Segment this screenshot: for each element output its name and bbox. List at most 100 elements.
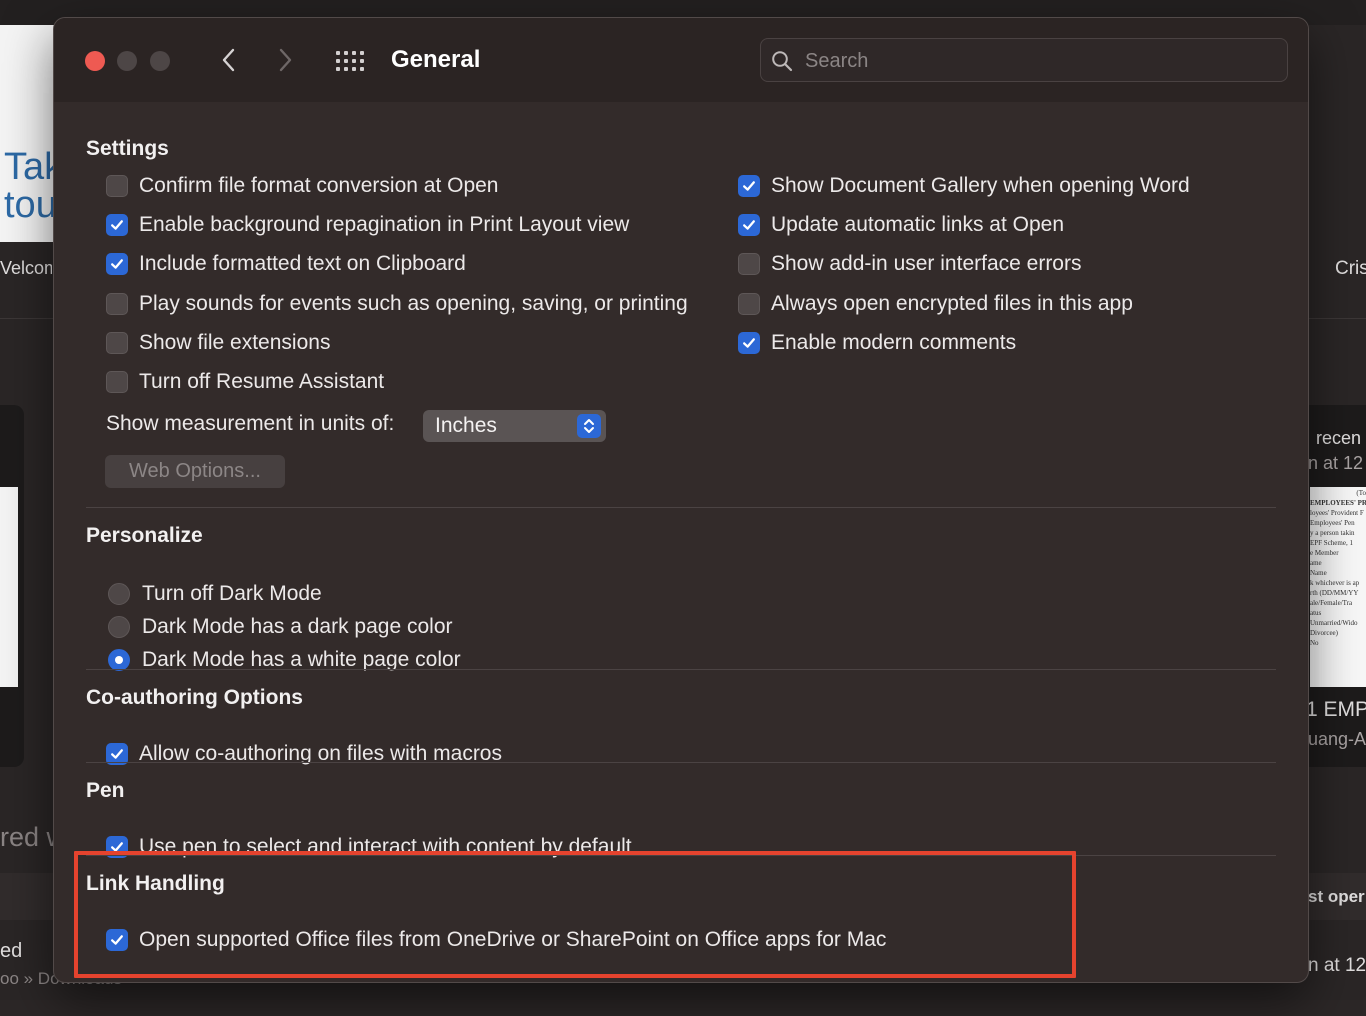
- background-doc-text-line: EMPLOYEES' PR: [1310, 499, 1366, 507]
- checkbox-label: Enable modern comments: [771, 330, 1017, 354]
- units-label: Show measurement in units of:: [106, 412, 395, 435]
- checkbox-option-confirm-file-format-conversion-at-open[interactable]: Confirm file format conversion at Open: [106, 173, 498, 199]
- background-document-thumbnail: (To EMPLOYEES' PR loyees' Provident F Emplo…: [1310, 487, 1366, 687]
- search-icon: [772, 51, 793, 72]
- section-divider: [86, 507, 1276, 508]
- checkbox-label: Show add-in user interface errors: [771, 252, 1082, 276]
- background-doc-text-line: ame: [1310, 559, 1322, 567]
- background-divider: [1308, 318, 1366, 319]
- checkbox-checked[interactable]: [738, 175, 760, 197]
- checkbox-checked[interactable]: [106, 253, 128, 276]
- background-doc-text-line: loyees' Provident F: [1310, 509, 1364, 517]
- checkbox-option-always-open-encrypted-files-in-this-app[interactable]: Always open encrypted files in this app: [738, 291, 1133, 317]
- checkbox-label: Include formatted text on Clipboard: [139, 252, 466, 276]
- checkbox-label: Show Document Gallery when opening Word: [771, 174, 1190, 197]
- chevron-left-icon: [222, 48, 235, 72]
- background-recent-title: recen: [1316, 428, 1362, 448]
- units-select-value: Inches: [435, 414, 497, 437]
- checkbox-unchecked[interactable]: [106, 175, 128, 197]
- checkbox-option-include-formatted-text-on-clipboard[interactable]: Include formatted text on Clipboard: [106, 251, 466, 277]
- radio-unselected[interactable]: [108, 583, 130, 605]
- personalize-section-title: Personalize: [86, 524, 203, 547]
- window-title: General: [391, 46, 481, 73]
- radio-selected[interactable]: [108, 649, 130, 671]
- background-doc-text-line: e Member: [1310, 549, 1339, 557]
- preferences-content: Settings Confirm file format conversion …: [54, 102, 1308, 982]
- checkbox-option-play-sounds-for-events-such-as-opening-s[interactable]: Play sounds for events such as opening, …: [106, 291, 688, 317]
- select-arrows-icon: [577, 414, 601, 438]
- checkbox-label: Always open encrypted files in this app: [771, 291, 1133, 315]
- background-cris-label: Cris: [1335, 258, 1366, 279]
- checkmark-icon: [743, 220, 755, 230]
- checkbox-option-show-document-gallery-when-opening-word[interactable]: Show Document Gallery when opening Word: [738, 173, 1190, 199]
- checkbox-checked[interactable]: [738, 214, 760, 237]
- background-file-time: n at 12: [1308, 955, 1366, 976]
- checkbox-option-enable-modern-comments[interactable]: Enable modern comments: [738, 330, 1016, 356]
- background-doc-text-line: ale/Female/Tra: [1310, 599, 1353, 607]
- background-doc-text-line: rth (DD/MM/YY: [1310, 589, 1359, 597]
- background-doc-title: 1 EMP: [1306, 698, 1366, 721]
- background-divider: [0, 318, 54, 319]
- close-window-button[interactable]: [85, 51, 105, 71]
- background-pinned-label: red w: [0, 822, 54, 852]
- chevron-right-icon: [279, 48, 292, 72]
- annotation-highlight-box: [74, 851, 1076, 978]
- checkbox-option-turn-off-resume-assistant[interactable]: Turn off Resume Assistant: [106, 369, 384, 395]
- checkbox-label: Turn off Resume Assistant: [139, 370, 385, 393]
- units-select[interactable]: Inches: [423, 410, 606, 442]
- background-doc-text-line: (To: [1356, 489, 1366, 497]
- checkbox-label: Confirm file format conversion at Open: [139, 174, 499, 197]
- window-titlebar: General: [54, 18, 1308, 102]
- search-input[interactable]: [803, 47, 1277, 75]
- checkbox-unchecked[interactable]: [738, 292, 760, 315]
- background-doc-text-line: Employees' Pen: [1310, 519, 1355, 527]
- pen-section-title: Pen: [86, 779, 125, 802]
- checkbox-unchecked[interactable]: [106, 331, 128, 354]
- background-doc-text-line: Divorcee): [1310, 629, 1338, 637]
- checkbox-option-show-add-in-user-interface-errors[interactable]: Show add-in user interface errors: [738, 251, 1081, 277]
- forward-button[interactable]: [272, 45, 298, 75]
- section-divider: [86, 669, 1276, 670]
- zoom-window-button[interactable]: [150, 51, 170, 71]
- back-button[interactable]: [216, 45, 242, 75]
- preferences-window: General Settings Confirm file format con…: [54, 18, 1308, 982]
- checkbox-unchecked[interactable]: [738, 253, 760, 276]
- section-divider: [86, 762, 1276, 763]
- settings-section-title: Settings: [86, 137, 169, 160]
- checkmark-icon: [743, 181, 755, 191]
- checkbox-option-update-automatic-links-at-open[interactable]: Update automatic links at Open: [738, 212, 1064, 238]
- background-doc-text-line: No: [1310, 639, 1319, 647]
- checkbox-unchecked[interactable]: [106, 371, 128, 393]
- checkbox-label: Enable background repagination in Print …: [139, 213, 630, 237]
- radio-option-turn-off-dark-mode[interactable]: Turn off Dark Mode: [108, 581, 322, 607]
- show-all-grid-icon[interactable]: [336, 50, 366, 72]
- background-doc-text-line: y a person takin: [1310, 529, 1355, 537]
- checkbox-unchecked[interactable]: [106, 292, 128, 315]
- background-doc-text-line: atus: [1310, 609, 1322, 617]
- search-field[interactable]: [760, 38, 1288, 82]
- checkbox-label: Update automatic links at Open: [771, 213, 1064, 237]
- radio-option-dark-mode-has-a-dark-page-color[interactable]: Dark Mode has a dark page color: [108, 614, 453, 640]
- background-doc-text-line: Name: [1310, 569, 1327, 577]
- checkmark-icon: [743, 338, 755, 348]
- background-doc-text-line: EPF Scheme, 1: [1310, 539, 1353, 547]
- checkmark-icon: [111, 259, 123, 270]
- background-doc-text-line: k whichever is ap: [1310, 579, 1360, 587]
- checkbox-option-allow-co-authoring-on-files-with-macros[interactable]: Allow co-authoring on files with macros: [106, 741, 502, 767]
- checkbox-checked[interactable]: [106, 214, 128, 237]
- background-bottom-strip: [0, 1000, 1366, 1016]
- checkbox-option-enable-background-repagination-in-print-[interactable]: Enable background repagination in Print …: [106, 212, 629, 238]
- radio-label: Turn off Dark Mode: [142, 582, 322, 605]
- radio-unselected[interactable]: [108, 616, 130, 638]
- web-options-button[interactable]: Web Options...: [105, 455, 285, 488]
- background-welcome-label: Velcom: [0, 258, 52, 278]
- checkbox-checked[interactable]: [738, 331, 760, 354]
- checkbox-option-show-file-extensions[interactable]: Show file extensions: [106, 330, 330, 356]
- background-doc-author: uang-A: [1308, 729, 1366, 749]
- radio-label: Dark Mode has a dark page color: [142, 615, 453, 638]
- background-recent-thumbnail: [0, 487, 18, 687]
- checkbox-label: Play sounds for events such as opening, …: [139, 291, 688, 315]
- checkbox-label: Show file extensions: [139, 330, 331, 354]
- minimize-window-button[interactable]: [117, 51, 137, 71]
- background-file-title: ed: [0, 940, 23, 962]
